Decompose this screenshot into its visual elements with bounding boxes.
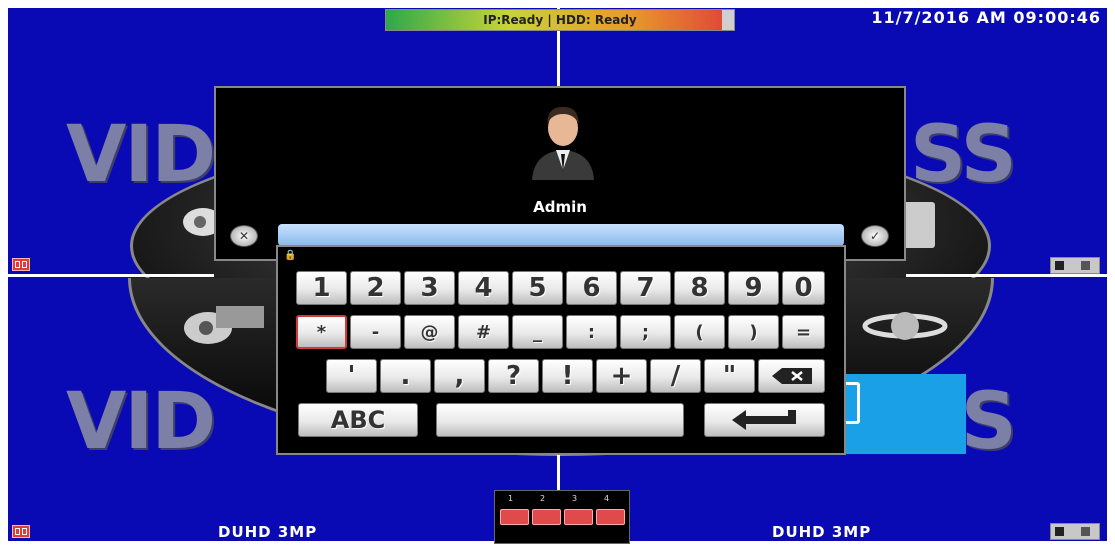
key-hash[interactable]: # (458, 315, 509, 349)
channel-4-button[interactable] (596, 509, 625, 525)
key-3[interactable]: 3 (404, 271, 455, 305)
record-icon (12, 525, 30, 538)
system-status-bar: IP:Ready | HDD: Ready (385, 9, 735, 31)
key-equals[interactable]: = (782, 315, 825, 349)
cancel-button[interactable]: ✕ (230, 225, 258, 247)
virtual-keyboard: 🔒 1 2 3 4 5 6 7 8 9 0 * - @ # _ : ; ( ) … (276, 245, 846, 455)
camera-label: DUHD 3MP (218, 523, 318, 541)
key-underscore[interactable]: _ (512, 315, 563, 349)
highlighted-menu-tile (846, 374, 966, 454)
network-menu-icon (862, 312, 948, 340)
camera-label: DUHD 3MP (772, 523, 872, 541)
confirm-button[interactable]: ✓ (861, 225, 889, 247)
channel-number: 3 (572, 494, 578, 503)
channel-number: 4 (604, 494, 610, 503)
key-minus[interactable]: - (350, 315, 401, 349)
dvr-screen: VID SS VID DUHD 3MP SS DUHD 3MP IP:Ready… (0, 0, 1115, 549)
key-exclamation[interactable]: ! (542, 359, 593, 393)
key-period[interactable]: . (380, 359, 431, 393)
key-comma[interactable]: , (434, 359, 485, 393)
watermark-text: VID (66, 377, 216, 467)
key-semicolon[interactable]: ; (620, 315, 671, 349)
checkmark-icon: ✓ (869, 229, 881, 243)
key-6[interactable]: 6 (566, 271, 617, 305)
key-0[interactable]: 0 (782, 271, 825, 305)
space-key[interactable] (436, 403, 684, 437)
channel-number: 2 (540, 494, 546, 503)
password-input[interactable] (278, 224, 844, 246)
enter-icon (731, 410, 796, 430)
channel-1-button[interactable] (500, 509, 529, 525)
datetime-display: 11/7/2016 AM 09:00:46 (871, 8, 1101, 27)
key-1[interactable]: 1 (296, 271, 347, 305)
audio-status-icon (1050, 523, 1100, 540)
key-2[interactable]: 2 (350, 271, 401, 305)
key-colon[interactable]: : (566, 315, 617, 349)
key-7[interactable]: 7 (620, 271, 671, 305)
key-at[interactable]: @ (404, 315, 455, 349)
channel-selector: 1 2 3 4 (494, 490, 630, 544)
channel-3-button[interactable] (564, 509, 593, 525)
key-9[interactable]: 9 (728, 271, 779, 305)
grid-divider (557, 455, 560, 490)
enter-button[interactable] (704, 403, 825, 437)
key-open-paren[interactable]: ( (674, 315, 725, 349)
abc-mode-button[interactable]: ABC (298, 403, 418, 437)
key-quote[interactable]: " (704, 359, 755, 393)
key-5[interactable]: 5 (512, 271, 563, 305)
cancel-icon: ✕ (238, 229, 250, 243)
grid-divider (906, 274, 1107, 277)
key-asterisk[interactable]: * (296, 315, 347, 349)
login-dialog: Admin ✕ ✓ (214, 86, 906, 261)
username-label: Admin (533, 198, 587, 216)
lock-icon: 🔒 (284, 250, 297, 261)
key-plus[interactable]: + (596, 359, 647, 393)
key-question[interactable]: ? (488, 359, 539, 393)
status-text: IP:Ready | HDD: Ready (483, 13, 637, 27)
channel-number: 1 (508, 494, 514, 503)
key-apostrophe[interactable]: ' (326, 359, 377, 393)
channel-2-button[interactable] (532, 509, 561, 525)
key-slash[interactable]: / (650, 359, 701, 393)
grid-divider (8, 274, 214, 277)
key-8[interactable]: 8 (674, 271, 725, 305)
user-avatar-icon (532, 106, 594, 180)
record-icon (12, 258, 30, 271)
key-close-paren[interactable]: ) (728, 315, 779, 349)
audio-status-icon (1050, 257, 1100, 274)
key-4[interactable]: 4 (458, 271, 509, 305)
status-bar-endcap (722, 10, 734, 30)
backspace-button[interactable] (758, 359, 825, 393)
record-menu-icon (184, 306, 264, 344)
backspace-icon (771, 368, 812, 384)
